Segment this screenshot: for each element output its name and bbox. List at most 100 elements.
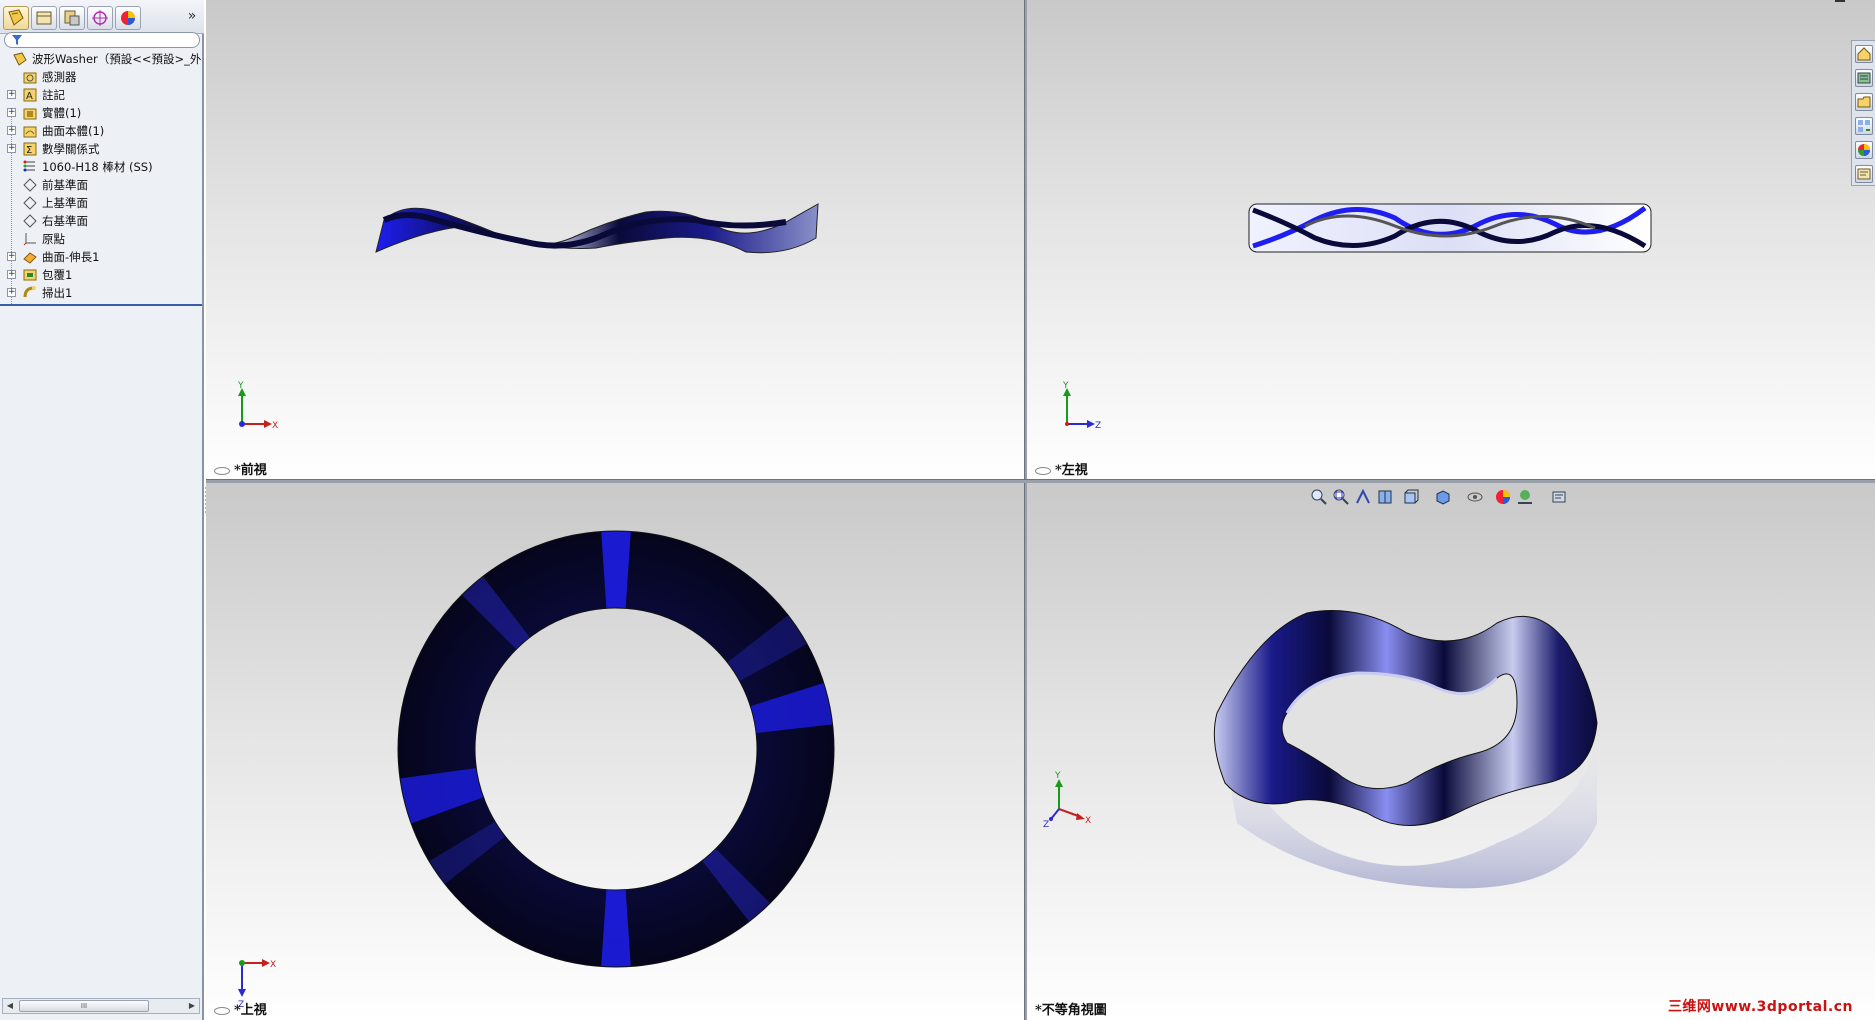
washer-top-view — [396, 529, 836, 969]
design-library-icon[interactable] — [1855, 69, 1873, 87]
zoom-to-fit-icon[interactable] — [1310, 488, 1330, 508]
axis-x-label: X — [272, 421, 278, 430]
surface-extrude-icon — [23, 252, 37, 264]
file-explorer-icon[interactable] — [1855, 93, 1873, 111]
manager-tabs: » — [0, 0, 204, 34]
view-visibility-icon[interactable] — [214, 466, 230, 475]
feature-tree: 波形Washer（預設<<預設>_外觀感測器 + A 註記 + 實體(1) + 曲面本體(1)… — [0, 50, 202, 306]
watermark-text: 三维网www.3dportal.cn — [1667, 999, 1853, 1015]
tree-item-label: 掃出1 — [42, 286, 73, 300]
surface-bodies-folder-icon — [23, 126, 37, 138]
view-visibility-icon[interactable] — [1035, 466, 1051, 475]
tree-item[interactable]: + A 註記 — [0, 86, 202, 104]
edit-appearance-icon[interactable] — [1494, 488, 1514, 508]
previous-view-icon[interactable] — [1354, 488, 1374, 508]
expand-node-icon[interactable]: + — [7, 252, 16, 261]
tree-item[interactable]: 1060-H18 棒材 (SS) — [0, 158, 202, 176]
tree-item[interactable]: + 包覆1 — [0, 266, 202, 284]
tree-item[interactable]: + 實體(1) — [0, 104, 202, 122]
tree-item-label: 前基準面 — [42, 178, 88, 192]
tree-item[interactable]: 右基準面 — [0, 212, 202, 230]
tree-item-label: 曲面-伸長1 — [42, 250, 100, 264]
tree-item-label: 波形Washer（預設<<預設>_外觀 — [32, 52, 202, 66]
propertymanager-icon[interactable] — [31, 6, 57, 30]
view-triad-left: Y Z — [1062, 381, 1101, 430]
tree-item[interactable]: + Σ 數學關係式 — [0, 140, 202, 158]
display-style-icon[interactable] — [1434, 488, 1454, 508]
expand-node-icon[interactable]: + — [7, 108, 16, 117]
vertical-viewport-splitter[interactable] — [1024, 0, 1027, 1020]
viewport-top[interactable]: X Z *上視 — [206, 483, 1025, 1020]
tree-item-label: 註記 — [42, 88, 65, 102]
zoom-to-area-icon[interactable] — [1332, 488, 1352, 508]
expand-node-icon[interactable]: + — [7, 144, 16, 153]
tree-item-label: 數學關係式 — [42, 142, 100, 156]
viewport-front[interactable]: Y X *前視 — [206, 0, 1025, 480]
view-triad-front: Y X — [237, 381, 278, 430]
tree-item-label: 1060-H18 棒材 (SS) — [42, 160, 153, 174]
tree-item[interactable]: 前基準面 — [0, 176, 202, 194]
tree-item[interactable]: + 曲面本體(1) — [0, 122, 202, 140]
solidworks-resources-icon[interactable] — [1855, 45, 1873, 63]
viewport-isometric[interactable]: Y X Z *不等角視圖 三维网www.3dportal.cn — [1027, 483, 1875, 1020]
annotations-icon: A — [23, 88, 37, 102]
tree-item[interactable]: + 曲面-伸長1 — [0, 248, 202, 266]
sensors-folder-icon — [23, 72, 37, 84]
view-visibility-icon[interactable] — [214, 1006, 230, 1015]
horizontal-viewport-splitter[interactable] — [206, 479, 1875, 483]
expand-node-icon[interactable]: + — [7, 288, 16, 297]
configurationmanager-icon[interactable] — [59, 6, 85, 30]
material-icon — [23, 160, 35, 172]
tree-item[interactable]: + 掃出1 — [0, 284, 202, 302]
feature-manager-panel: » 波形Washer（預設<<預設>_外觀感測器 + A 註記 + 實體(1) + 曲面本體(… — [0, 0, 204, 1020]
tree-item[interactable]: 感測器 — [0, 68, 202, 86]
axis-y-label: Y — [237, 381, 244, 391]
horizontal-scrollbar[interactable]: ◀ III ▶ — [2, 998, 200, 1014]
axis-z-label: Z — [1043, 820, 1049, 829]
axis-z-label: Z — [1095, 421, 1101, 430]
tree-filter-input[interactable] — [4, 32, 200, 48]
scrollbar-thumb[interactable]: III — [19, 1000, 149, 1012]
view-orientation-icon[interactable] — [1402, 488, 1422, 508]
svg-text:A: A — [26, 91, 33, 102]
task-pane-tabs — [1851, 40, 1875, 186]
dimxpert-icon[interactable] — [87, 6, 113, 30]
tree-item-label: 原點 — [42, 232, 65, 246]
tree-item-label: 感測器 — [42, 70, 77, 84]
viewport-left[interactable]: Y Z *左視 — [1027, 0, 1875, 480]
part-icon — [13, 52, 27, 66]
display-manager-icon[interactable] — [115, 6, 141, 30]
tree-item[interactable]: 波形Washer（預設<<預設>_外觀 — [0, 50, 202, 68]
plane-icon — [23, 196, 37, 210]
tree-item-label: 實體(1) — [42, 106, 82, 120]
tree-item[interactable]: 上基準面 — [0, 194, 202, 212]
custom-properties-icon[interactable] — [1855, 165, 1873, 183]
plane-icon — [23, 214, 37, 228]
axis-y-label: Y — [1062, 381, 1069, 391]
origin-icon — [23, 233, 36, 246]
view-palette-icon[interactable] — [1855, 117, 1873, 135]
scroll-left-icon[interactable]: ◀ — [3, 999, 17, 1013]
scroll-right-icon[interactable]: ▶ — [185, 999, 199, 1013]
expand-panel-button[interactable]: » — [184, 8, 200, 26]
filter-icon — [12, 35, 22, 45]
solid-bodies-folder-icon — [23, 108, 37, 120]
svg-text:Σ: Σ — [26, 145, 32, 156]
view-settings-icon[interactable] — [1550, 488, 1570, 508]
tree-item[interactable]: 原點 — [0, 230, 202, 248]
expand-node-icon[interactable]: + — [7, 90, 16, 99]
section-view-icon[interactable] — [1376, 488, 1396, 508]
expand-node-icon[interactable]: + — [7, 126, 16, 135]
axis-x-label: X — [1085, 816, 1091, 826]
washer-isometric-view — [1213, 610, 1598, 889]
hide-show-items-icon[interactable] — [1466, 488, 1486, 508]
wrap-feature-icon — [23, 269, 37, 281]
viewport-label-front: *前視 — [214, 459, 267, 478]
window-corner-mark — [1835, 0, 1845, 2]
featuremanager-tree-icon[interactable] — [3, 6, 29, 30]
washer-left-view — [1248, 203, 1652, 253]
appearances-scenes-icon[interactable] — [1855, 141, 1873, 159]
apply-scene-icon[interactable] — [1516, 488, 1536, 508]
expand-node-icon[interactable]: + — [7, 270, 16, 279]
heads-up-view-toolbar — [1310, 488, 1590, 508]
